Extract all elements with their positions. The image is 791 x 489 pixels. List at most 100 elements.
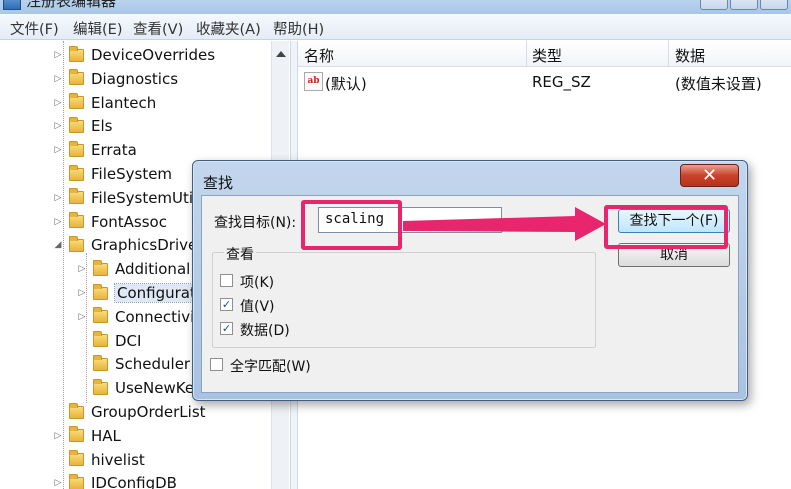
folder-icon <box>69 402 84 419</box>
folder-icon <box>69 45 84 62</box>
tree-item-label: Els <box>91 117 113 136</box>
dialog-close-button[interactable]: ✕ <box>680 164 739 187</box>
folder-icon <box>69 212 84 229</box>
menu-file[interactable]: 文件(F) <box>10 18 59 39</box>
folder-icon <box>69 450 84 467</box>
tree-item-label: Connectivi <box>115 307 195 326</box>
string-value-icon: ab <box>304 72 323 91</box>
expand-arrow-icon[interactable]: ▷ <box>52 121 64 131</box>
tree-item[interactable]: ▷ FontAssoc <box>52 211 167 233</box>
tree-item[interactable]: ▷ HAL <box>52 425 121 447</box>
folder-icon <box>69 93 84 110</box>
tree-item-label: Errata <box>91 141 137 160</box>
tree-item-label: Additional <box>115 260 191 279</box>
folder-icon <box>69 164 84 181</box>
column-separator[interactable] <box>526 41 527 67</box>
tree-item[interactable]: ▷ Additional <box>76 258 190 280</box>
tree-item[interactable]: ▷ Elantech <box>52 92 156 114</box>
expand-arrow-icon[interactable]: ▷ <box>52 50 64 60</box>
tree-item-label: Scheduler <box>115 355 191 374</box>
scroll-up-arrow-icon[interactable] <box>276 51 286 57</box>
tree-item-label: GroupOrderList <box>91 403 206 421</box>
folder-icon <box>69 188 84 205</box>
annotation-find-next-highlight <box>604 205 728 249</box>
tree-item-label: IDConfigDB <box>91 474 177 489</box>
find-target-label: 查找目标(N): <box>214 215 297 231</box>
tree-item-label: UseNewKe <box>115 379 195 398</box>
tree-item-label: GraphicsDrive <box>91 236 198 255</box>
tree-item-label: DCI <box>115 331 142 350</box>
tree-item[interactable]: DCI <box>76 330 141 352</box>
folder-icon <box>69 140 84 157</box>
tree-item-label: hivelist <box>91 450 145 469</box>
tree-item[interactable]: ▷ IDConfigDB <box>52 472 177 489</box>
tree-item[interactable]: ▷ FileSystemUti <box>52 187 193 209</box>
folder-icon <box>69 116 84 133</box>
tree-item[interactable]: UseNewKe <box>76 377 194 399</box>
tree-item[interactable]: ▷ Configurat <box>76 282 199 304</box>
column-separator[interactable] <box>668 41 669 67</box>
expand-arrow-icon[interactable]: ▷ <box>52 431 64 441</box>
expand-arrow-icon[interactable]: ▷ <box>52 217 64 227</box>
tree-item-label: Diagnostics <box>91 69 179 88</box>
tree-item-label: Configurat <box>114 283 199 303</box>
tree-item-label: FileSystem <box>91 165 173 183</box>
window-title: 注册表编辑器 <box>26 0 117 10</box>
look-at-group-label: 查看 <box>224 244 256 264</box>
expand-arrow-icon[interactable]: ▷ <box>76 264 88 274</box>
expand-arrow-icon[interactable]: ▷ <box>52 145 64 155</box>
value-data: (数值未设置) <box>675 75 762 93</box>
folder-icon <box>93 331 108 348</box>
values-checkbox[interactable]: ✓ <box>220 298 233 311</box>
whole-match-checkbox[interactable] <box>210 358 223 371</box>
tree-item[interactable]: ▷ Els <box>52 115 112 137</box>
expand-arrow-icon[interactable]: ▷ <box>52 478 64 488</box>
folder-icon <box>69 235 84 252</box>
expand-arrow-icon[interactable]: ▷ <box>52 193 64 203</box>
collapse-arrow-icon[interactable]: ◢ <box>52 240 64 250</box>
tree-item[interactable]: ▷ Connectivi <box>76 306 194 328</box>
tree-item-label: FileSystemUti <box>91 188 194 207</box>
menu-view[interactable]: 查看(V) <box>133 18 183 39</box>
minimize-button[interactable] <box>700 0 728 10</box>
list-item[interactable]: ab (默认) REG_SZ (数值未设置) <box>298 71 791 93</box>
tree-item[interactable]: ▷ DeviceOverrides <box>52 44 215 66</box>
data-option-label[interactable]: 数据(D) <box>240 320 290 340</box>
tree-item[interactable]: ◢ GraphicsDrive <box>52 234 197 256</box>
column-data-header[interactable]: 数据 <box>675 45 705 66</box>
menu-edit[interactable]: 编辑(E) <box>73 18 122 39</box>
tree-item[interactable]: Scheduler <box>76 353 190 375</box>
tree-item-label: Elantech <box>91 93 157 112</box>
folder-icon <box>93 283 108 300</box>
column-type-header[interactable]: 类型 <box>532 45 562 66</box>
tree-item[interactable]: ▷ Errata <box>52 139 137 161</box>
menu-help[interactable]: 帮助(H) <box>273 18 324 39</box>
values-option-label[interactable]: 值(V) <box>240 296 275 316</box>
dialog-title: 查找 <box>203 174 234 192</box>
keys-checkbox[interactable] <box>220 274 233 287</box>
folder-icon <box>93 378 108 395</box>
expand-arrow-icon[interactable]: ▷ <box>76 312 88 322</box>
find-dialog: 查找 ✕ 查找目标(N): scaling 查找下一个(F) 取消 查看 项(K… <box>192 160 748 401</box>
tree-item-label: HAL <box>91 426 121 445</box>
regedit-app-icon <box>3 0 21 10</box>
close-window-button[interactable] <box>760 0 788 10</box>
menu-favorites[interactable]: 收藏夹(A) <box>196 18 261 39</box>
tree-item[interactable]: GroupOrderList <box>52 401 206 423</box>
column-name-header[interactable]: 名称 <box>304 45 334 66</box>
maximize-button[interactable] <box>730 0 758 10</box>
tree-item-label: FontAssoc <box>91 212 167 231</box>
keys-option-label[interactable]: 项(K) <box>240 272 274 292</box>
tree-item-label: DeviceOverrides <box>91 46 216 64</box>
data-checkbox[interactable]: ✓ <box>220 322 233 335</box>
tree-item[interactable]: ▷ Diagnostics <box>52 68 178 90</box>
value-name: (默认) <box>325 75 367 93</box>
folder-icon <box>69 69 84 86</box>
tree-item[interactable]: hivelist <box>52 449 145 471</box>
window-titlebar: 注册表编辑器 <box>0 0 791 14</box>
tree-item[interactable]: FileSystem <box>52 163 172 185</box>
expand-arrow-icon[interactable]: ▷ <box>76 288 88 298</box>
expand-arrow-icon[interactable]: ▷ <box>52 74 64 84</box>
expand-arrow-icon[interactable]: ▷ <box>52 98 64 108</box>
whole-match-label[interactable]: 全字匹配(W) <box>230 356 311 376</box>
